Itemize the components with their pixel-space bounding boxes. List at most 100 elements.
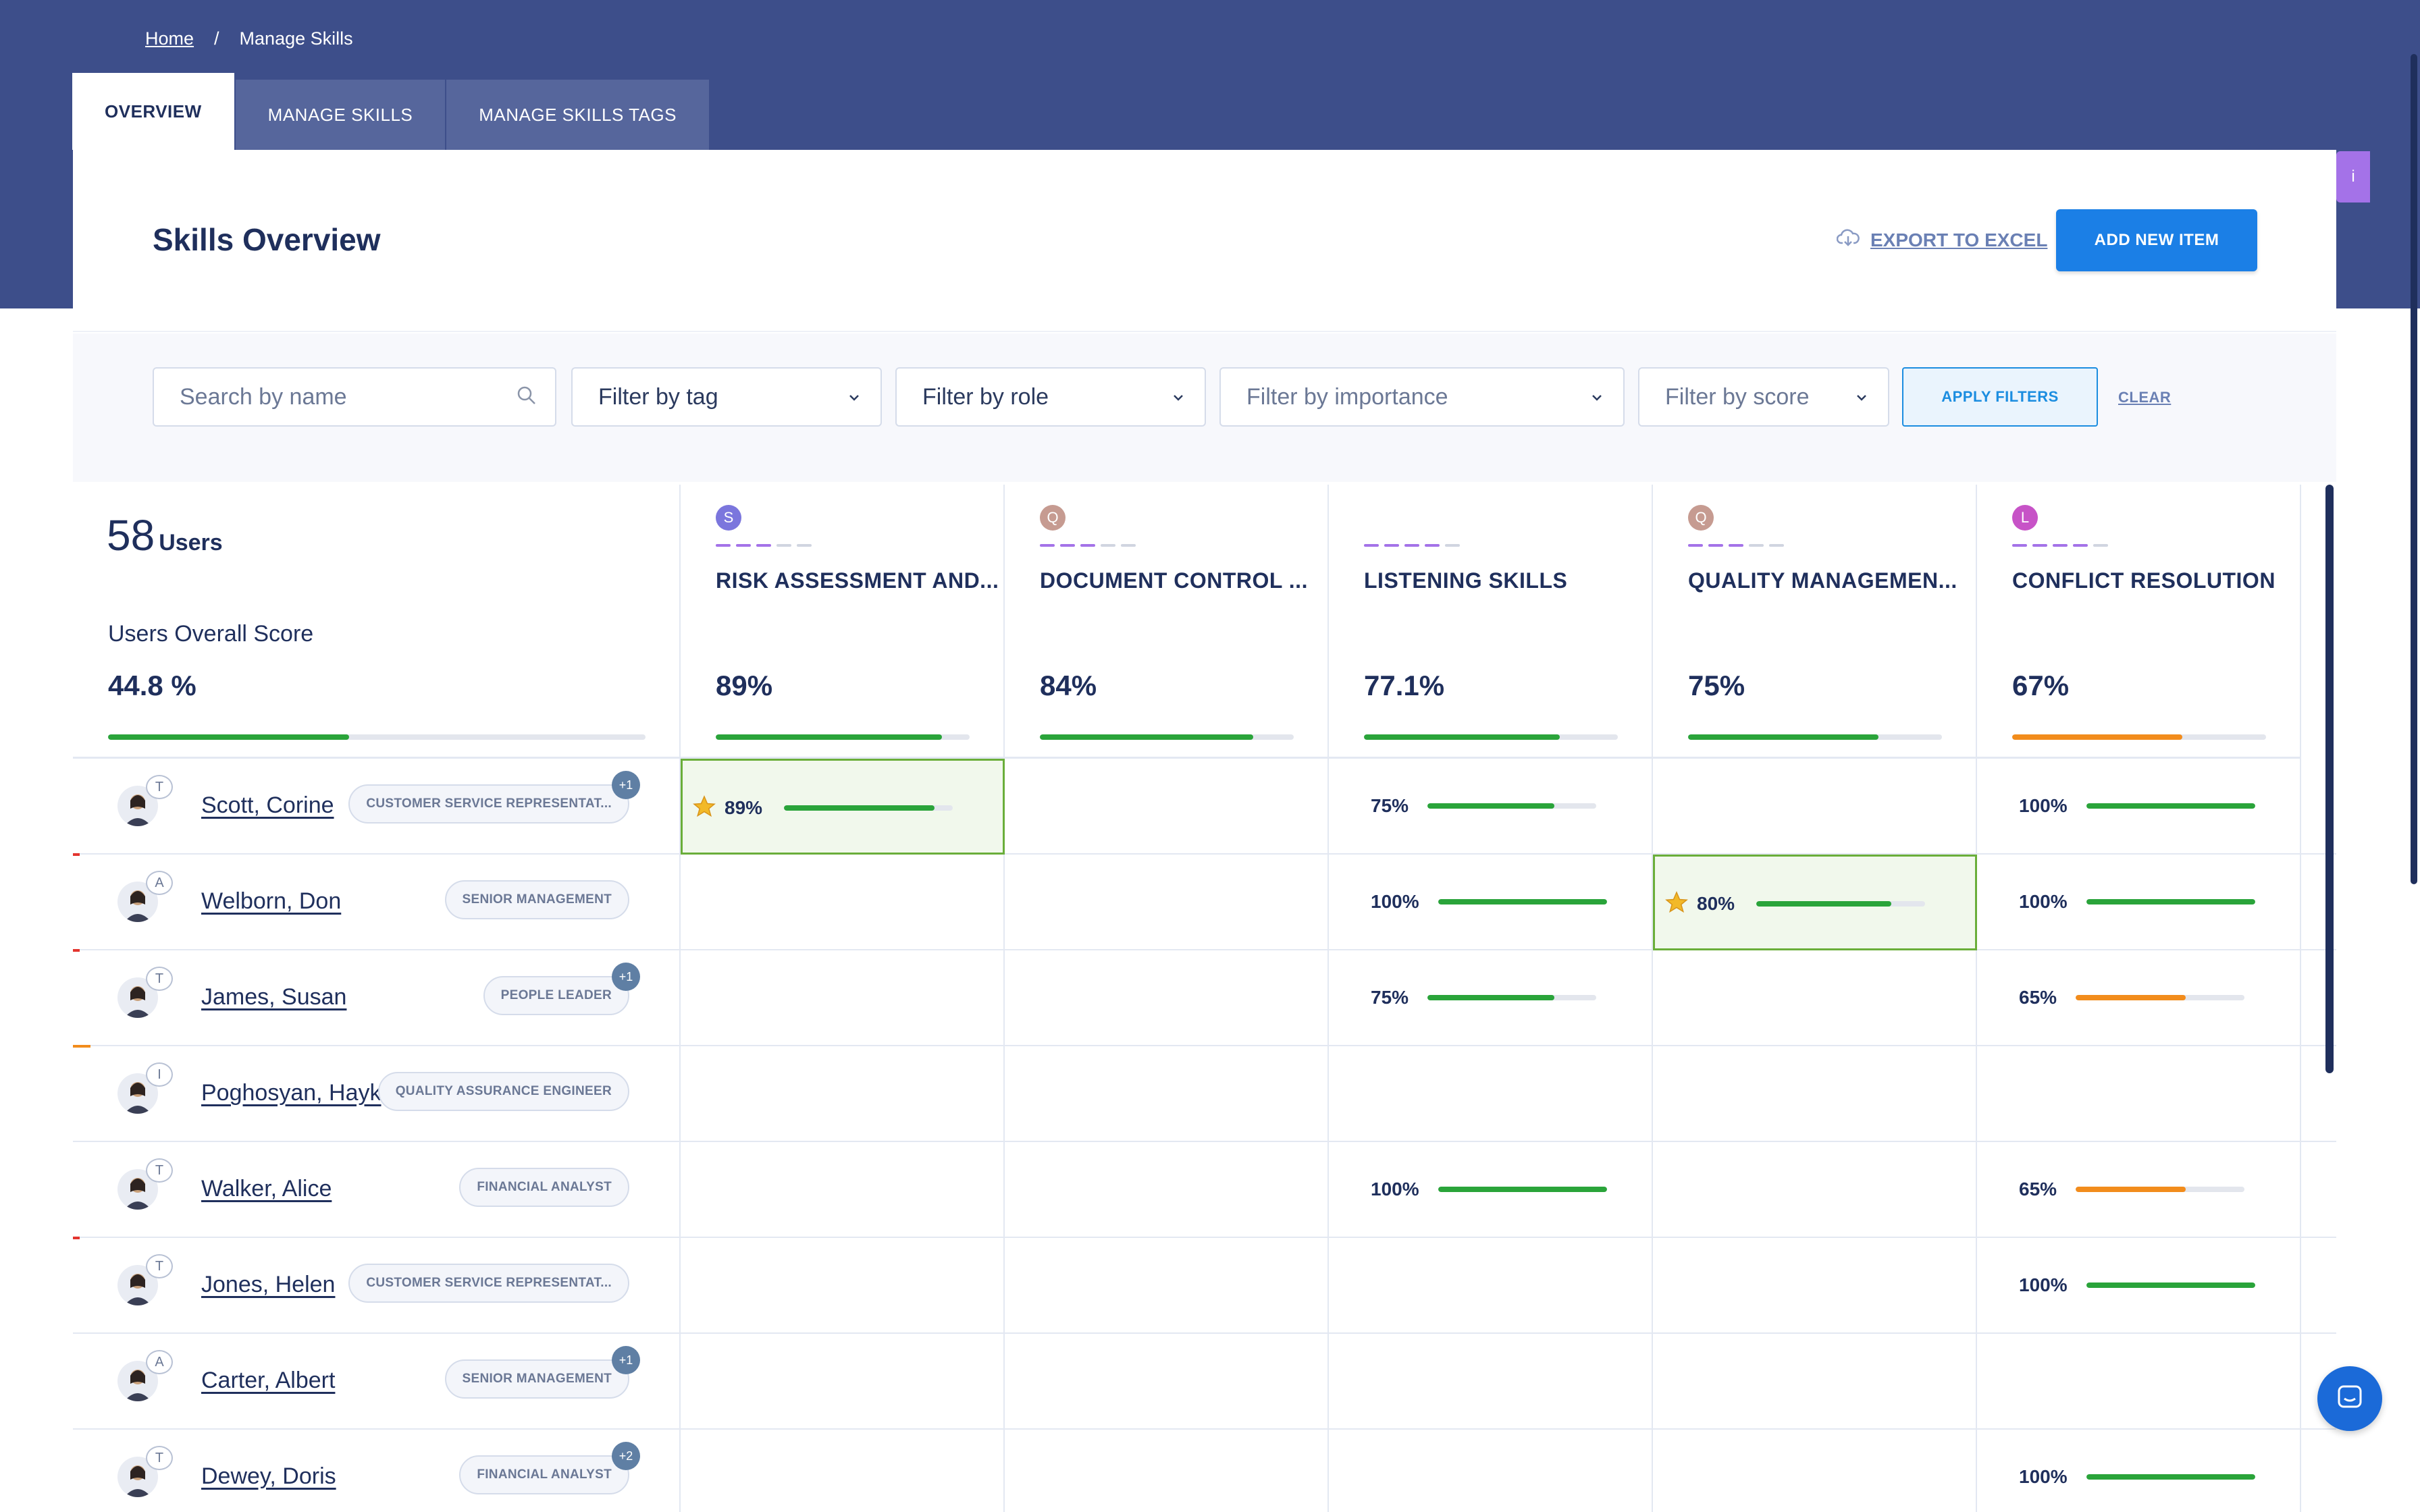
score-cell-empty[interactable] <box>1653 1238 1977 1334</box>
matrix-scrollbar[interactable] <box>2325 485 2334 1073</box>
filter-role-select[interactable]: Filter by role <box>895 367 1206 427</box>
score-cell-empty[interactable] <box>1977 1046 2301 1142</box>
skill-column-header[interactable]: S RISK ASSESSMENT AND... 89% <box>681 485 1005 759</box>
score-cell-empty[interactable] <box>1653 1430 1977 1512</box>
chat-launcher-button[interactable] <box>2317 1366 2382 1431</box>
skill-column-header[interactable]: Q DOCUMENT CONTROL ... 84% <box>1005 485 1329 759</box>
add-new-item-button[interactable]: ADD NEW ITEM <box>2056 209 2257 271</box>
score-cell-empty[interactable] <box>1329 1334 1653 1430</box>
tab-overview[interactable]: OVERVIEW <box>72 73 236 150</box>
score-cell[interactable]: 75% <box>1329 950 1653 1046</box>
user-name-link[interactable]: Jones, Helen <box>201 1272 335 1298</box>
search-input[interactable]: Search by name <box>153 367 556 427</box>
importance-dash <box>1040 544 1055 547</box>
score-cell-empty[interactable] <box>681 1142 1005 1238</box>
status-marker <box>73 949 80 952</box>
score-cell[interactable]: 100% <box>1977 1430 2301 1512</box>
score-cell[interactable]: 100% <box>1977 1238 2301 1334</box>
page-scrollbar[interactable] <box>2411 54 2417 884</box>
export-to-excel-link[interactable]: EXPORT TO EXCEL <box>1836 228 2048 252</box>
score-cell-empty[interactable] <box>681 950 1005 1046</box>
tab-manage-skills[interactable]: MANAGE SKILLS <box>235 80 447 150</box>
score-cell-empty[interactable] <box>1653 950 1977 1046</box>
tab-manage-skills-tags[interactable]: MANAGE SKILLS TAGS <box>446 80 710 150</box>
score-cell[interactable]: 100% <box>1329 1142 1653 1238</box>
user-name-link[interactable]: Scott, Corine <box>201 792 334 819</box>
extra-roles-count[interactable]: +2 <box>612 1442 640 1470</box>
filter-score-select[interactable]: Filter by score <box>1638 367 1889 427</box>
score-cell-empty[interactable] <box>1653 1142 1977 1238</box>
score-cell[interactable]: 65% <box>1977 1142 2301 1238</box>
user-type-badge: A <box>146 1350 173 1374</box>
overall-score-value: 44.8 % <box>108 670 196 701</box>
score-bar-fill <box>2086 899 2255 905</box>
score-cell-empty[interactable] <box>1977 1334 2301 1430</box>
score-cell-empty[interactable] <box>681 1334 1005 1430</box>
score-cell-empty[interactable] <box>1329 1238 1653 1334</box>
skill-column-header[interactable]: LISTENING SKILLS 77.1% <box>1329 485 1653 759</box>
importance-dash <box>2073 544 2088 547</box>
user-name-link[interactable]: James, Susan <box>201 984 346 1010</box>
importance-dash <box>1445 544 1460 547</box>
importance-dash <box>1404 544 1419 547</box>
chevron-down-icon <box>1851 387 1872 414</box>
user-cell: A Carter, Albert SENIOR MANAGEMENT +1 <box>73 1334 681 1430</box>
skill-name: LISTENING SKILLS <box>1364 568 1568 593</box>
extra-roles-count[interactable]: +1 <box>612 963 640 991</box>
skill-score-bar <box>1364 734 1618 740</box>
card-header: Skills Overview EXPORT TO EXCEL ADD NEW … <box>73 150 2336 332</box>
filter-importance-select[interactable]: Filter by importance <box>1219 367 1625 427</box>
extra-roles-count[interactable]: +1 <box>612 1346 640 1374</box>
user-name-link[interactable]: Poghosyan, Hayk <box>201 1080 382 1106</box>
score-cell-empty[interactable] <box>681 1046 1005 1142</box>
score-cell-empty[interactable] <box>1653 1046 1977 1142</box>
user-name-link[interactable]: Walker, Alice <box>201 1176 332 1202</box>
apply-filters-button[interactable]: APPLY FILTERS <box>1902 367 2098 427</box>
chat-icon <box>2335 1382 2365 1415</box>
score-cell-empty[interactable] <box>681 1238 1005 1334</box>
user-name-link[interactable]: Welborn, Don <box>201 888 341 915</box>
tab-bar: OVERVIEW MANAGE SKILLS MANAGE SKILLS TAG… <box>72 73 710 150</box>
score-cell-empty[interactable] <box>1653 759 1977 855</box>
filter-bar: Search by name Filter by tag Filter by r… <box>73 333 2336 482</box>
user-name-link[interactable]: Carter, Albert <box>201 1368 335 1394</box>
score-cell-empty[interactable] <box>681 1430 1005 1512</box>
side-info-tab[interactable]: i <box>2336 151 2370 202</box>
score-cell-empty[interactable] <box>1005 1142 1329 1238</box>
filter-score-label: Filter by score <box>1665 383 1810 410</box>
score-cell[interactable]: 100% <box>1977 759 2301 855</box>
score-cell[interactable]: 65% <box>1977 950 2301 1046</box>
clear-filters-link[interactable]: CLEAR <box>2118 389 2171 406</box>
score-cell[interactable]: 80% <box>1653 855 1977 950</box>
search-placeholder: Search by name <box>180 383 347 410</box>
score-cell-empty[interactable] <box>1005 1334 1329 1430</box>
score-cell[interactable]: 89% <box>681 759 1005 855</box>
score-cell-empty[interactable] <box>1005 1046 1329 1142</box>
role-tag: SENIOR MANAGEMENT <box>444 1359 629 1399</box>
user-type-badge: I <box>146 1062 173 1087</box>
score-cell-empty[interactable] <box>681 855 1005 950</box>
score-cell[interactable]: 75% <box>1329 759 1653 855</box>
score-cell-empty[interactable] <box>1329 1046 1653 1142</box>
status-marker <box>73 1237 80 1239</box>
score-cell-empty[interactable] <box>1005 1430 1329 1512</box>
user-name-link[interactable]: Dewey, Doris <box>201 1463 336 1490</box>
score-cell[interactable]: 100% <box>1977 855 2301 950</box>
score-cell-empty[interactable] <box>1005 1238 1329 1334</box>
score-cell-empty[interactable] <box>1653 1334 1977 1430</box>
skill-column-header[interactable]: Q QUALITY MANAGEMEN... 75% <box>1653 485 1977 759</box>
skills-matrix: 58 Users Users Overall Score 44.8 % S RISK… <box>73 485 2336 1512</box>
export-label: EXPORT TO EXCEL <box>1870 229 2048 250</box>
user-cell: A Welborn, Don SENIOR MANAGEMENT <box>73 853 681 950</box>
score-cell-empty[interactable] <box>1005 855 1329 950</box>
skill-column-header[interactable]: L CONFLICT RESOLUTION 67% <box>1977 485 2301 759</box>
user-type-badge: T <box>146 775 173 799</box>
score-cell-empty[interactable] <box>1005 759 1329 855</box>
filter-tag-select[interactable]: Filter by tag <box>571 367 882 427</box>
score-cell-empty[interactable] <box>1329 1430 1653 1512</box>
score-cell[interactable]: 100% <box>1329 855 1653 950</box>
extra-roles-count[interactable]: +1 <box>612 771 640 799</box>
role-tag: FINANCIAL ANALYST <box>459 1455 629 1494</box>
score-cell-empty[interactable] <box>1005 950 1329 1046</box>
breadcrumb-home-link[interactable]: Home <box>145 28 194 49</box>
